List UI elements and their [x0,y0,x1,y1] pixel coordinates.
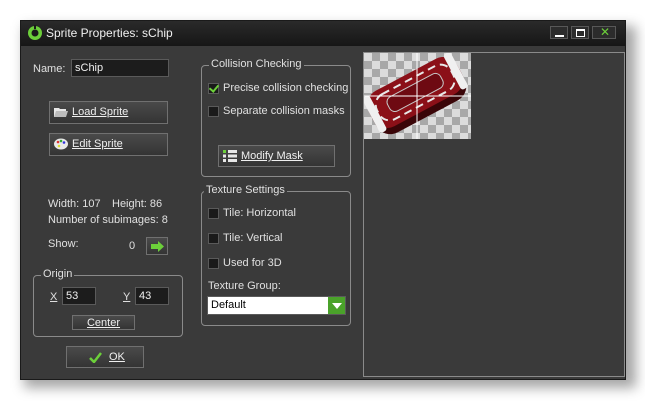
texture-settings-title: Texture Settings [204,184,287,196]
paint-palette-icon [54,138,68,150]
used-for-3d-checkbox[interactable] [208,258,219,269]
separate-masks-label: Separate collision masks [223,105,345,117]
checkmark-icon [89,352,102,363]
edit-sprite-button[interactable]: Edit Sprite [49,133,168,156]
show-label: Show: [48,238,79,250]
close-button[interactable]: ✕ [592,25,616,39]
sprite-properties-window: Sprite Properties: sChip ✕ Name: sChip L… [20,20,626,380]
origin-y-field[interactable]: 43 [135,287,169,305]
tile-vertical-label: Tile: Vertical [223,232,283,244]
arrow-right-icon [151,241,164,252]
chevron-down-icon[interactable] [328,297,345,314]
origin-x-field[interactable]: 53 [62,287,96,305]
gamemaker-logo-icon [28,25,42,40]
maximize-button[interactable] [571,26,589,39]
precise-collision-checkbox[interactable] [208,83,219,94]
texture-group-select[interactable]: Default [207,296,346,315]
show-value: 0 [129,240,136,252]
subimages-text: Number of subimages: 8 [48,214,168,226]
poker-chip-sprite-image [364,53,471,139]
collision-checking-title: Collision Checking [209,58,304,70]
height-text: Height: 86 [112,198,163,210]
mask-list-icon [223,150,237,162]
close-icon: ✕ [600,25,611,39]
sprite-preview-panel [363,52,625,377]
load-sprite-label: Load Sprite [72,106,129,118]
texture-group-label: Texture Group: [208,280,281,292]
name-field[interactable]: sChip [71,59,169,77]
modify-mask-button[interactable]: Modify Mask [218,145,335,167]
ok-button[interactable]: OK [66,346,144,368]
origin-y-label: Y [123,291,131,303]
tile-horizontal-checkbox[interactable] [208,208,219,219]
window-title: Sprite Properties: sChip [46,26,173,40]
width-text: Width: 107 [48,198,101,210]
sprite-canvas [364,53,471,139]
folder-open-icon [54,108,68,117]
center-button[interactable]: Center [72,315,135,330]
tile-vertical-checkbox[interactable] [208,233,219,244]
used-for-3d-label: Used for 3D [223,257,282,269]
origin-x-label: X [50,291,58,303]
center-label: Center [86,317,121,329]
name-label: Name: [33,63,66,75]
minimize-button[interactable] [550,26,568,39]
load-sprite-button[interactable]: Load Sprite [49,101,168,124]
next-subimage-button[interactable] [146,237,168,255]
separate-masks-checkbox[interactable] [208,106,219,117]
origin-title: Origin [41,268,75,280]
edit-sprite-label: Edit Sprite [72,138,123,150]
tile-horizontal-label: Tile: Horizontal [223,207,296,219]
modify-mask-label: Modify Mask [241,150,303,162]
precise-collision-label: Precise collision checking [223,82,349,94]
title-bar[interactable]: Sprite Properties: sChip ✕ [21,21,625,46]
ok-label: OK [109,351,125,363]
texture-group-value: Default [211,299,246,311]
